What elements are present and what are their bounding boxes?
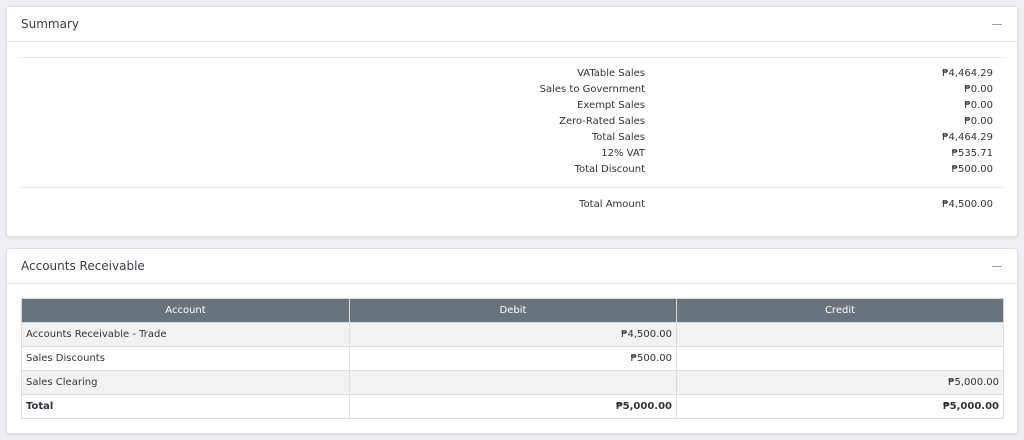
summary-row-label: Zero-Rated Sales <box>559 116 645 127</box>
summary-row-value: ₱4,464.29 <box>942 132 993 143</box>
collapse-minus-icon[interactable] <box>991 18 1003 30</box>
table-row: Accounts Receivable - Trade ₱4,500.00 <box>21 322 1004 347</box>
credit-cell: ₱5,000.00 <box>676 370 1004 395</box>
summary-row: Exempt Sales ₱0.00 <box>7 100 1017 116</box>
column-header-debit: Debit <box>349 298 677 323</box>
table-row: Sales Clearing ₱5,000.00 <box>21 370 1004 395</box>
column-header-credit: Credit <box>676 298 1004 323</box>
total-account-cell: Total <box>21 394 350 419</box>
account-cell: Sales Discounts <box>21 346 350 371</box>
debit-cell <box>349 370 677 395</box>
summary-total-row: Total Amount ₱4,500.00 <box>7 199 1017 215</box>
summary-total-divider <box>21 187 1003 188</box>
summary-row-label: Sales to Government <box>539 84 645 95</box>
summary-body: VATable Sales ₱4,464.29 Sales to Governm… <box>7 42 1017 237</box>
debit-cell: ₱500.00 <box>349 346 677 371</box>
summary-row: Total Sales ₱4,464.29 <box>7 132 1017 148</box>
summary-row-value: ₱500.00 <box>951 164 993 175</box>
credit-cell <box>676 346 1004 371</box>
accounts-receivable-body: Account Debit Credit Accounts Receivable… <box>7 284 1017 419</box>
account-cell: Sales Clearing <box>21 370 350 395</box>
summary-row-label: VATable Sales <box>577 68 645 79</box>
accounts-receivable-title: Accounts Receivable <box>21 259 145 273</box>
summary-row-label: 12% VAT <box>601 148 645 159</box>
column-header-account: Account <box>21 298 350 323</box>
summary-title: Summary <box>21 17 79 31</box>
summary-header: Summary <box>7 7 1017 42</box>
summary-row-value: ₱0.00 <box>964 116 993 127</box>
summary-row-label: Total Sales <box>591 132 645 143</box>
accounts-receivable-table: Account Debit Credit Accounts Receivable… <box>21 298 1004 419</box>
summary-row-label: Total Discount <box>574 164 645 175</box>
summary-row-value: ₱4,464.29 <box>942 68 993 79</box>
summary-row-value: ₱0.00 <box>964 100 993 111</box>
summary-row-value: ₱535.71 <box>951 148 993 159</box>
table-row: Sales Discounts ₱500.00 <box>21 346 1004 371</box>
collapse-minus-icon[interactable] <box>991 260 1003 272</box>
summary-row: Zero-Rated Sales ₱0.00 <box>7 116 1017 132</box>
credit-cell <box>676 322 1004 347</box>
account-cell: Accounts Receivable - Trade <box>21 322 350 347</box>
summary-row-label: Exempt Sales <box>577 100 645 111</box>
summary-top-divider <box>21 57 1003 58</box>
total-debit-cell: ₱5,000.00 <box>349 394 677 419</box>
total-amount-value: ₱4,500.00 <box>942 199 993 210</box>
accounts-receivable-panel: Accounts Receivable Account Debit Credit… <box>6 248 1018 434</box>
accounts-receivable-header: Accounts Receivable <box>7 249 1017 284</box>
total-credit-cell: ₱5,000.00 <box>676 394 1004 419</box>
summary-row: Sales to Government ₱0.00 <box>7 84 1017 100</box>
summary-row: 12% VAT ₱535.71 <box>7 148 1017 164</box>
debit-cell: ₱4,500.00 <box>349 322 677 347</box>
table-header-row: Account Debit Credit <box>21 298 1004 323</box>
summary-row: VATable Sales ₱4,464.29 <box>7 68 1017 84</box>
summary-row-value: ₱0.00 <box>964 84 993 95</box>
total-amount-label: Total Amount <box>579 199 645 210</box>
summary-panel: Summary VATable Sales ₱4,464.29 Sales to… <box>6 6 1018 237</box>
table-total-row: Total ₱5,000.00 ₱5,000.00 <box>21 394 1004 419</box>
summary-row: Total Discount ₱500.00 <box>7 164 1017 180</box>
